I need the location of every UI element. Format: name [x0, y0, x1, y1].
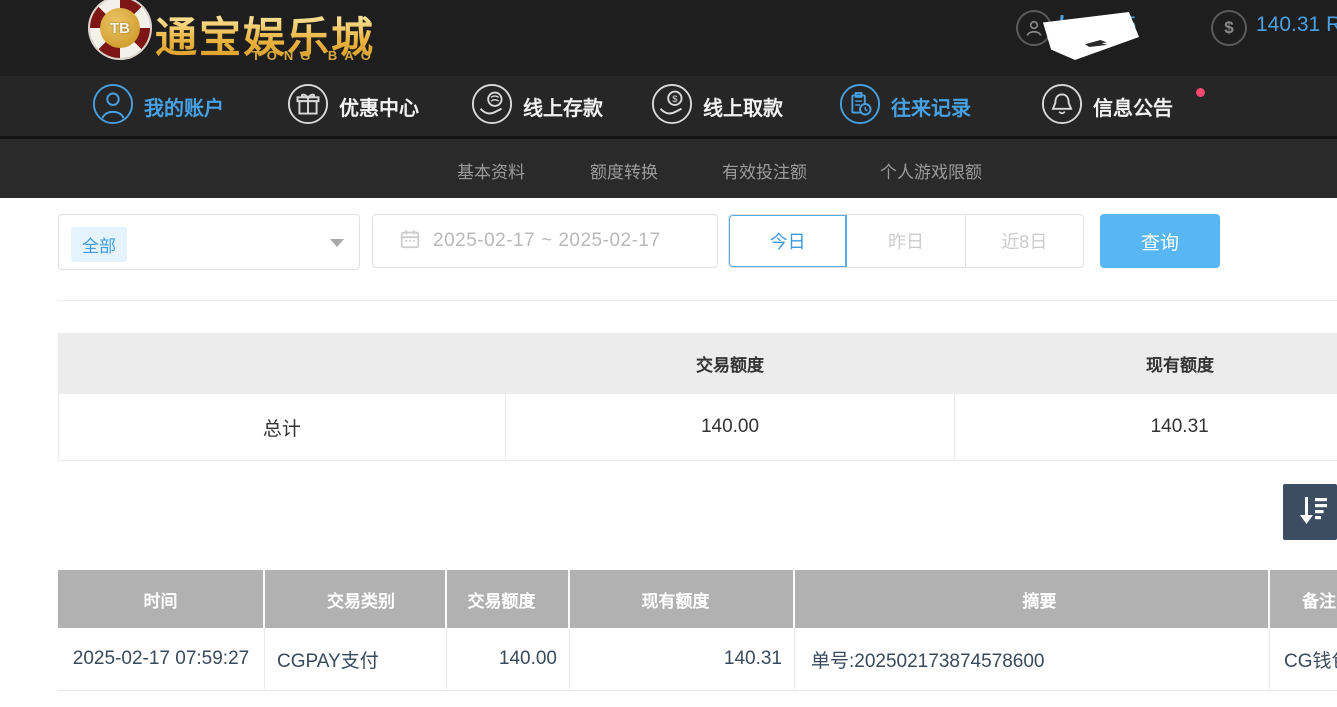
summary-total-row: 总计 140.00 140.31: [58, 394, 1337, 461]
nav-item-transaction-records[interactable]: 往来记录: [839, 84, 971, 128]
nav-item-label: 信息公告: [1093, 92, 1173, 121]
records-header-summary: 摘要: [795, 570, 1270, 628]
section-divider: [58, 300, 1337, 301]
redaction-scribble: [1041, 12, 1141, 60]
balance-value: 140.31: [1256, 13, 1320, 36]
nav-item-label: 优惠中心: [339, 92, 419, 121]
brand-chip-logo: TB: [88, 0, 152, 60]
record-time: 2025-02-17 07:59:27: [58, 628, 265, 690]
gift-icon: [287, 83, 329, 130]
bell-icon: [1041, 83, 1083, 130]
records-table: 时间 交易类别 交易额度 现有额度 摘要 备注 2025-02-17 07:59…: [58, 570, 1337, 691]
sort-descending-icon: [1293, 493, 1327, 532]
nav-item-announcements[interactable]: 信息公告: [1041, 84, 1173, 128]
balance-currency-clipped: RMB: [1326, 13, 1337, 36]
yesterday-button[interactable]: 昨日: [847, 215, 965, 267]
balance-amount[interactable]: 140.31 RMB: [1256, 13, 1337, 37]
subnav-item-game-limits[interactable]: 个人游戏限额: [880, 158, 982, 183]
nav-item-online-withdraw[interactable]: $ 线上取款: [651, 84, 783, 128]
balance-dollar-icon: $: [1211, 10, 1247, 46]
records-header-type: 交易类别: [265, 570, 447, 628]
table-row: 2025-02-17 07:59:27 CGPAY支付 140.00 140.3…: [58, 628, 1337, 691]
svg-text:$: $: [672, 94, 678, 105]
nav-item-my-account[interactable]: 我的账户: [92, 84, 224, 128]
calendar-icon: [399, 228, 421, 255]
account-icon: [92, 83, 134, 130]
subnav-item-basic-info[interactable]: 基本资料: [457, 158, 525, 183]
record-summary: 单号:202502173874578600: [795, 628, 1270, 690]
records-table-header: 时间 交易类别 交易额度 现有额度 摘要 备注: [58, 570, 1337, 628]
brand-chip-label: TB: [100, 8, 140, 48]
sort-descending-button[interactable]: [1283, 484, 1337, 540]
last-8-days-button[interactable]: 近8日: [966, 215, 1083, 267]
nav-item-label: 往来记录: [891, 92, 971, 121]
records-header-current-amount: 现有额度: [570, 570, 795, 628]
summary-current-amount: 140.31: [955, 394, 1337, 460]
record-current-amount: 140.31: [570, 628, 795, 690]
main-nav: 我的账户 优惠中心 线上存款 $ 线上取款: [0, 76, 1337, 139]
records-header-time: 时间: [58, 570, 265, 628]
summary-table: 交易额度 现有额度 总计 140.00 140.31: [58, 333, 1337, 461]
sub-nav: 基本资料 额度转换 有效投注额 个人游戏限额: [0, 139, 1337, 198]
deposit-icon: [471, 83, 513, 130]
summary-header-trade-amount: 交易额度: [505, 333, 955, 394]
notification-badge-dot: [1196, 88, 1205, 97]
today-button[interactable]: 今日: [729, 215, 847, 267]
subnav-item-quota-transfer[interactable]: 额度转换: [590, 158, 658, 183]
summary-table-header: 交易额度 现有额度: [58, 333, 1337, 394]
nav-item-label: 线上取款: [703, 92, 783, 121]
date-range-value: 2025-02-17 ~ 2025-02-17: [433, 230, 661, 252]
chevron-down-icon: [330, 239, 344, 247]
summary-header-current-amount: 现有额度: [955, 333, 1337, 394]
record-remark: CG钱包: [1270, 628, 1337, 690]
summary-trade-amount: 140.00: [506, 394, 956, 460]
records-icon: [839, 83, 881, 130]
records-header-remark: 备注: [1270, 570, 1337, 628]
quick-date-button-group: 今日 昨日 近8日: [728, 214, 1084, 268]
nav-item-label: 我的账户: [144, 92, 224, 121]
withdraw-icon: $: [651, 83, 693, 130]
records-header-trade-amount: 交易额度: [447, 570, 570, 628]
top-bar: TB 通宝娱乐城 TONG BAO 25 $ 140.31 RMB: [0, 0, 1337, 76]
record-type: CGPAY支付: [265, 628, 447, 690]
nav-item-label: 线上存款: [523, 92, 603, 121]
selected-type-tag[interactable]: 全部: [71, 227, 127, 262]
brand-subtitle: TONG BAO: [252, 48, 378, 63]
date-range-input[interactable]: 2025-02-17 ~ 2025-02-17: [372, 214, 718, 268]
transaction-type-select[interactable]: 全部: [58, 214, 360, 270]
nav-item-promotions[interactable]: 优惠中心: [287, 84, 419, 128]
record-trade-amount: 140.00: [447, 628, 570, 690]
subnav-item-valid-bets[interactable]: 有效投注额: [722, 158, 807, 183]
summary-total-label: 总计: [59, 394, 506, 460]
query-button[interactable]: 查询: [1100, 214, 1220, 268]
summary-header-empty: [58, 333, 505, 394]
nav-item-online-deposit[interactable]: 线上存款: [471, 84, 603, 128]
